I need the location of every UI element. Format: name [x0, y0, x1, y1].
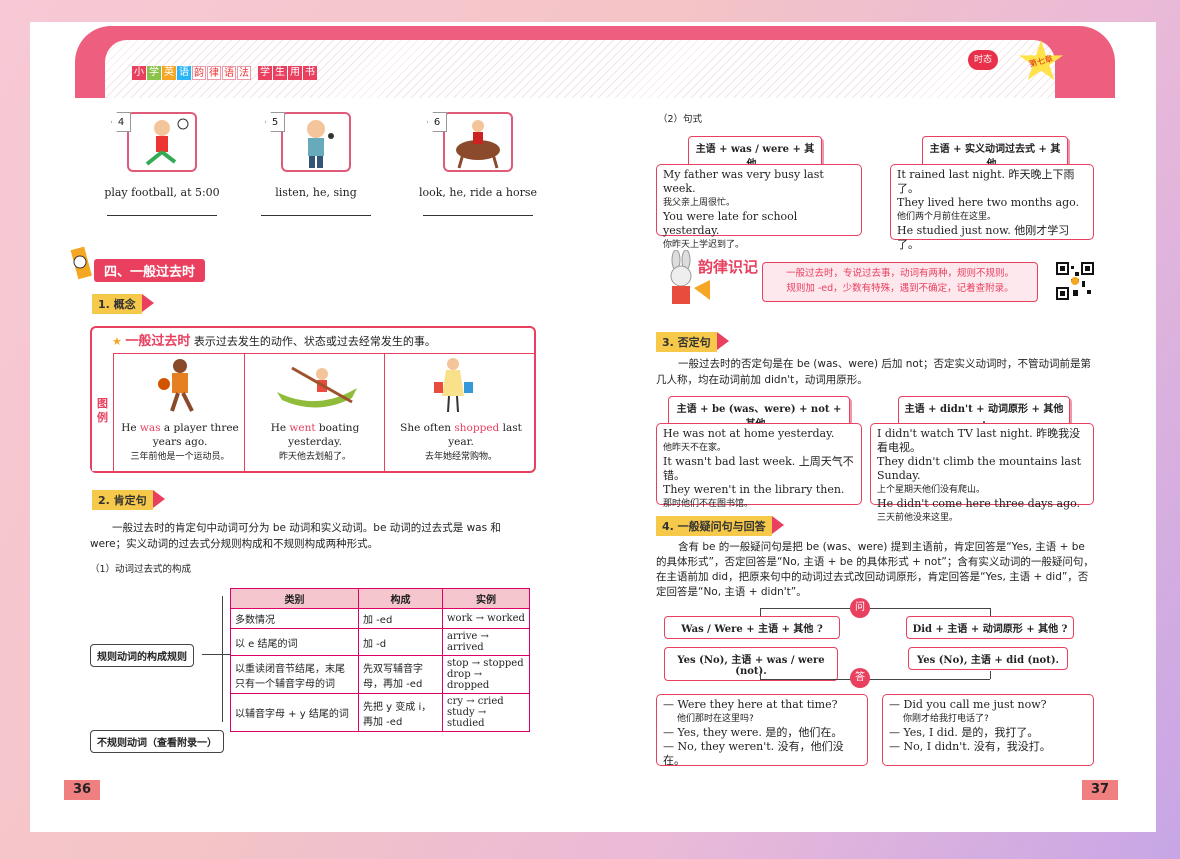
answer-formula-verb: Yes (No), 主语 + did (not).	[908, 647, 1068, 670]
dialogue-be: — Were they here at that time? 他们那时在这里吗? —…	[656, 694, 868, 767]
table-row: 以 e 结尾的词加 -d arrive → arrived	[230, 628, 530, 656]
qr-code-icon[interactable]	[1056, 262, 1094, 303]
answer-formula-be: Yes (No), 主语 + was / were (not).	[664, 647, 838, 681]
question-formula-verb: Did + 主语 + 动词原形 + 其他 ?	[906, 616, 1074, 639]
affirmative-paragraph: 一般过去时的肯定句中动词可分为 be 动词和实义动词。be 动词的过去式是 wa…	[90, 522, 501, 550]
example-went: He went boating yesterday. 昨天他去划船了。	[270, 422, 360, 462]
concept-tag: 1. 概念	[92, 294, 154, 314]
answer-line[interactable]	[423, 215, 533, 216]
ask-marker: 问	[850, 598, 870, 618]
negative-paragraph: 一般过去时的否定句是在 be (was、were) 后加 not；否定实义动词时…	[656, 358, 1091, 386]
rhyme-title: 韵律识记	[698, 258, 759, 276]
legend-label: 图例	[92, 353, 114, 471]
question-formula-be: Was / Were + 主语 + 其他 ?	[664, 616, 840, 639]
question-paragraph: 含有 be 的一般疑问句是把 be (was、were) 提到主语前，肯定回答是…	[656, 541, 1094, 598]
answer-line[interactable]	[107, 215, 217, 216]
regular-verbs-label: 规则动词的构成规则	[90, 644, 194, 667]
table-row: 以重读闭音节结尾，末尾只有一个辅音字母的词 先双写辅音字母，再加 -ed stop …	[230, 655, 530, 694]
irregular-verbs-label: 不规则动词（查看附录一）	[90, 730, 224, 753]
table-row: 以辅音字母 + y 结尾的词 先把 y 变成 i，再加 -ed cry → crie…	[230, 693, 530, 732]
answer-marker: 答	[850, 668, 870, 688]
football-boy-picture: 4	[111, 112, 197, 172]
pattern-example-verb: It rained last night. 昨天晚上下雨了。 They lived…	[890, 164, 1094, 251]
verb-rules-table: 类别 构成 实例 多数情况加 -ed work → worked 以 e 结尾的词加 …	[230, 588, 530, 732]
subheading-pattern: （2）句式	[658, 114, 703, 125]
page-header	[75, 26, 1115, 98]
rhyme-text: 一般过去时，专说过去事，动词有两种，规则不规则。 规则加 -ed，少数有特殊，遇到…	[785, 268, 1014, 294]
singing-boy-picture: 5	[265, 112, 351, 172]
table-row: 多数情况加 -ed work → worked	[230, 608, 530, 629]
question-tag: 4. 一般疑问句与回答	[656, 516, 784, 536]
affirmative-tag: 2. 肯定句	[92, 490, 165, 510]
page-number-right: 37	[1082, 780, 1118, 800]
basketball-player-picture	[150, 356, 210, 419]
chapter-badge: 时态	[968, 50, 998, 70]
shopping-girl-picture	[428, 356, 478, 419]
answer-line[interactable]	[261, 215, 371, 216]
horse-rider-picture: 6	[427, 112, 513, 172]
section-title: 四、一般过去时	[94, 259, 206, 282]
subheading-formation: （1）动词过去式的构成	[90, 564, 192, 575]
series-title: 小 学 英 语 韵 律 语 法 学 生 用 书	[132, 66, 317, 80]
concept-definition: ★ 一般过去时 表示过去发生的动作、状态或过去经常发生的事。	[112, 334, 436, 349]
exercise-6: 6 look, he, ride a horse	[418, 112, 538, 216]
example-was: He was a player three years ago. 三年前他是一个运…	[121, 422, 239, 462]
pattern-example-be: My father was very busy last week. 我父亲上周很…	[656, 164, 862, 250]
dialogue-did: — Did you call me just now? 你刚才给我打电话了? — Y…	[882, 694, 1094, 766]
page-number-left: 36	[64, 780, 100, 800]
pencil-mascot-icon	[66, 242, 96, 289]
exercise-4: 4 play football, at 5:00	[102, 112, 222, 216]
negative-example-verb: I didn't watch TV last night. 昨晚我没看电视。 Th…	[870, 423, 1094, 523]
exercise-5: 5 listen, he, sing	[256, 112, 376, 216]
boating-man-picture	[272, 362, 362, 415]
negative-example-be: He was not at home yesterday. 他昨天不在家。 It w…	[656, 423, 862, 509]
negative-tag: 3. 否定句	[656, 332, 729, 352]
example-shopped: She often shopped last year. 去年她经常购物。	[400, 422, 522, 462]
